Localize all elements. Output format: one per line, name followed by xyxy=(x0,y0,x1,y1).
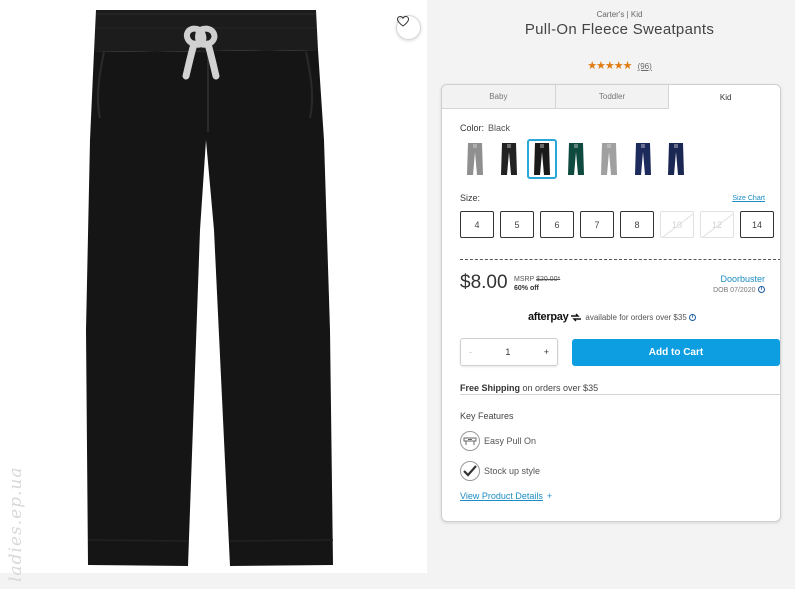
afterpay-logo: afterpay xyxy=(527,311,569,323)
size-option[interactable]: 5 xyxy=(500,211,534,238)
quantity-value[interactable]: 1 xyxy=(505,347,510,357)
size-label: Size: xyxy=(460,193,481,203)
feature-stock-up: Stock up style xyxy=(460,461,540,481)
unavailable-slash-icon xyxy=(702,213,734,238)
color-swatch[interactable] xyxy=(594,139,624,179)
tab-baby[interactable]: Baby xyxy=(442,85,556,109)
quantity-plus-button[interactable]: + xyxy=(544,347,549,357)
afterpay-row: afterpay available for orders over $35 i xyxy=(442,311,780,323)
unavailable-slash-icon xyxy=(662,213,694,238)
tab-kid[interactable]: Kid xyxy=(669,85,780,109)
shipping-divider xyxy=(460,394,780,395)
feature-label: Stock up style xyxy=(484,466,541,476)
view-product-details-link[interactable]: View Product Details + xyxy=(460,491,552,501)
pants-swatch-icon xyxy=(534,143,550,175)
color-selected-value: Black xyxy=(488,123,511,133)
promo-link[interactable]: Doorbuster xyxy=(720,274,765,284)
color-swatches xyxy=(460,139,695,179)
size-option[interactable]: 7 xyxy=(580,211,614,238)
sweatpants-image xyxy=(86,10,334,566)
shipping-bold: Free Shipping xyxy=(460,383,521,393)
afterpay-arrows-icon xyxy=(571,313,582,322)
product-info: Carter's | Kid Pull-On Fleece Sweatpants… xyxy=(427,0,795,589)
watermark: ladies.ep.ua xyxy=(6,466,26,582)
promo-date: DOB 07/2020 xyxy=(713,287,756,294)
divider xyxy=(460,259,780,260)
promo-info: Doorbuster DOB 07/2020 i xyxy=(713,274,765,296)
sale-price: $8.00 xyxy=(460,272,508,293)
pants-swatch-icon xyxy=(567,143,584,175)
purchase-card: Baby Toddler Kid Color: Black Size: Size … xyxy=(441,84,781,522)
color-swatch[interactable] xyxy=(527,139,557,179)
product-title: Pull-On Fleece Sweatpants xyxy=(524,21,715,38)
size-option[interactable]: 4 xyxy=(460,211,494,238)
age-tabs: Baby Toddler Kid xyxy=(442,85,780,109)
key-features-title: Key Features xyxy=(460,411,514,421)
product-image: ladies.ep.ua xyxy=(0,0,427,582)
pants-swatch-icon xyxy=(500,143,517,175)
product-page: ladies.ep.ua Carter's | Kid Pull-On Flee… xyxy=(0,0,795,589)
size-option[interactable]: 14 xyxy=(740,211,774,238)
add-to-cart-button[interactable]: Add to Cart xyxy=(572,339,780,366)
msrp-value: $20.00* xyxy=(536,276,561,283)
size-option[interactable]: 6 xyxy=(540,211,574,238)
feature-label: Easy Pull On xyxy=(484,436,537,446)
size-chart-link[interactable]: Size Chart xyxy=(732,195,765,202)
color-label-row: Color: Black xyxy=(460,123,510,133)
afterpay-info-icon[interactable]: i xyxy=(689,314,697,322)
info-icon[interactable]: i xyxy=(758,286,765,294)
plus-icon[interactable]: + xyxy=(547,491,552,501)
shipping-text: on orders over $35 xyxy=(522,383,599,393)
pants-swatch-icon xyxy=(467,143,483,175)
rating-stars-icon: ★★★★★ xyxy=(587,60,632,72)
msrp-info: MSRP $20.00* 60% off xyxy=(514,275,560,293)
size-option[interactable]: 8 xyxy=(620,211,654,238)
afterpay-text: available for orders over $35 xyxy=(585,313,687,322)
brand-label: Carter's | Kid xyxy=(596,10,643,19)
color-swatch[interactable] xyxy=(661,139,691,179)
rating: ★★★★★ (96) xyxy=(427,59,795,72)
view-details-text[interactable]: View Product Details xyxy=(460,491,543,501)
quantity-minus-button[interactable]: - xyxy=(469,347,472,357)
color-swatch[interactable] xyxy=(561,139,591,179)
pants-swatch-icon xyxy=(601,143,617,175)
size-option: 10 xyxy=(660,211,694,238)
color-swatch[interactable] xyxy=(460,139,490,179)
heart-icon xyxy=(397,16,409,27)
size-option: 12 xyxy=(700,211,734,238)
msrp-label: MSRP xyxy=(514,276,535,283)
size-options: 4 5 6 7 8 10 12 14 xyxy=(460,211,780,238)
tab-toddler[interactable]: Toddler xyxy=(555,85,670,109)
checkmark-icon xyxy=(460,461,480,481)
discount-label: 60% off xyxy=(514,285,539,292)
color-swatch[interactable] xyxy=(494,139,524,179)
pants-swatch-icon xyxy=(668,143,684,175)
color-swatch[interactable] xyxy=(628,139,658,179)
quantity-stepper[interactable]: - 1 + xyxy=(460,338,558,366)
waistband-icon xyxy=(460,431,480,451)
review-count-link[interactable]: (96) xyxy=(638,62,652,71)
pants-swatch-icon xyxy=(634,143,651,175)
shipping-info: Free Shipping on orders over $35 xyxy=(460,383,598,393)
feature-easy-pull-on: Easy Pull On xyxy=(460,431,536,451)
color-label: Color: xyxy=(460,123,485,133)
wishlist-button[interactable] xyxy=(396,15,421,40)
